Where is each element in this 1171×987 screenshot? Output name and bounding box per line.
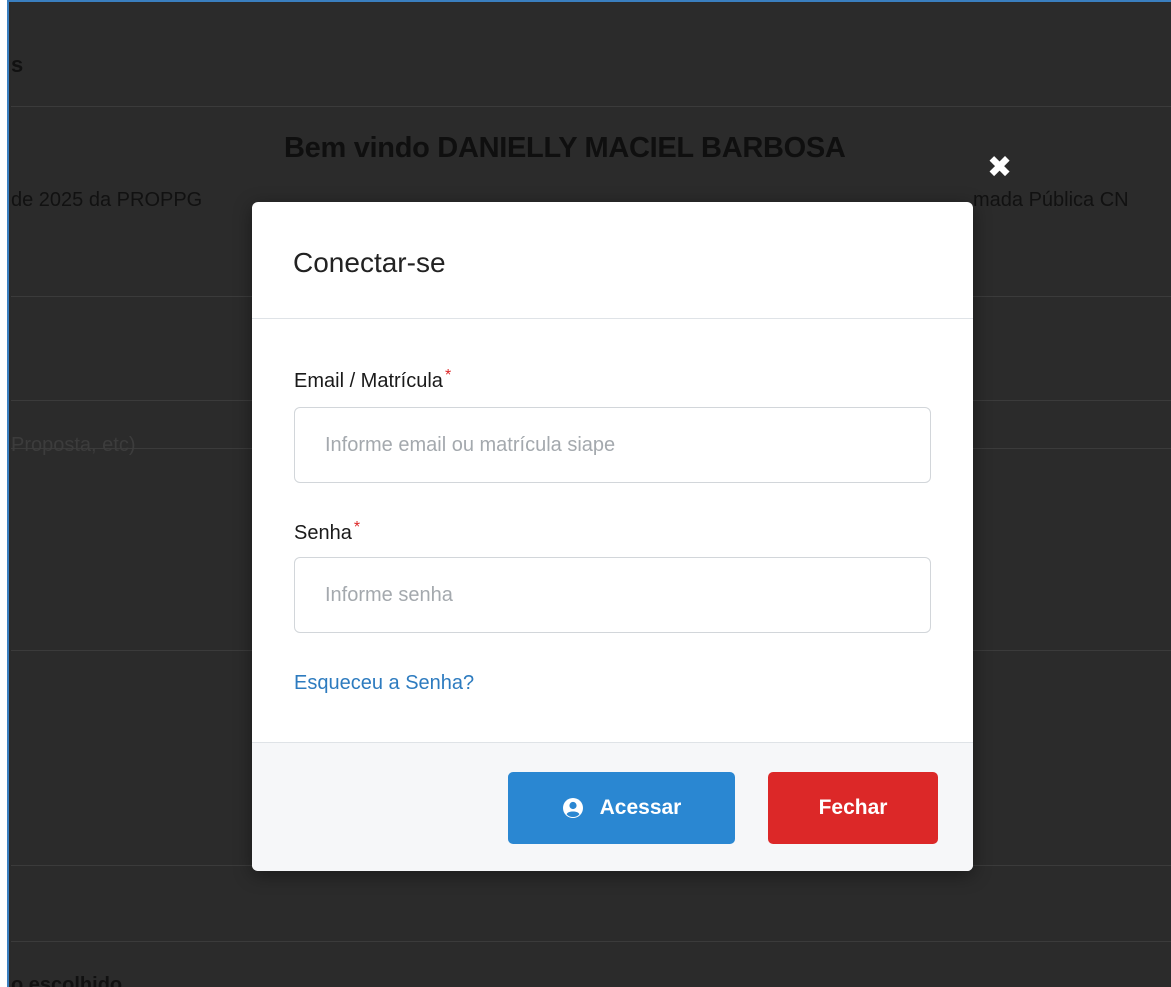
password-label: Senha * (294, 519, 361, 545)
modal-title: Conectar-se (293, 247, 446, 278)
window-left-edge (0, 0, 9, 987)
background-description-left: de 2025 da PROPPG (11, 189, 203, 211)
modal-footer: Acessar Fechar (252, 742, 973, 871)
email-label-text: Email / Matrícula (294, 370, 443, 392)
forgot-password-link[interactable]: Esqueceu a Senha? (294, 672, 474, 695)
modal-header: Conectar-se (252, 202, 973, 319)
login-modal: Conectar-se Email / Matrícula* Senha* Es… (252, 202, 973, 871)
close-icon[interactable]: ✖ (987, 153, 1012, 183)
email-field[interactable] (294, 407, 931, 483)
background-row (11, 2, 1171, 107)
close-button[interactable]: Fechar (768, 772, 938, 844)
close-button-label: Fechar (818, 796, 888, 819)
email-label: Email / Matrícula * (294, 367, 452, 393)
welcome-heading: Bem vindo DANIELLY MACIEL BARBOSA (284, 132, 846, 164)
background-description-right: mada Pública CN (973, 189, 1129, 211)
background-row (11, 865, 1171, 942)
background-bottom-text: o escolhido (11, 974, 123, 987)
background-proposal-text: Proposta, etc) (11, 434, 136, 456)
access-button[interactable]: Acessar (508, 772, 735, 844)
password-required-mark: * (353, 519, 361, 536)
access-button-label: Acessar (599, 796, 682, 819)
password-field[interactable] (294, 557, 931, 633)
password-label-text: Senha (294, 522, 352, 544)
background-section-title: s (11, 52, 24, 77)
user-circle-icon (562, 798, 583, 818)
email-required-mark: * (444, 367, 452, 384)
